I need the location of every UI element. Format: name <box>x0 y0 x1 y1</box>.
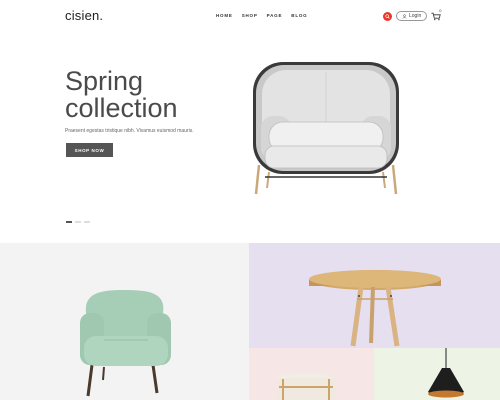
site-header: cisien. HOME SHOP PAGE BLOG Login 0 <box>0 0 500 34</box>
slide-dot-2[interactable] <box>75 221 81 223</box>
search-icon <box>385 13 390 19</box>
shop-now-button[interactable]: SHOP NOW <box>66 143 113 157</box>
main-nav: HOME SHOP PAGE BLOG <box>216 13 307 18</box>
stool-image <box>277 373 335 400</box>
armchair-image <box>80 290 171 397</box>
hero-product-image <box>253 62 399 195</box>
category-tile-lamp[interactable] <box>374 348 500 400</box>
logo[interactable]: cisien. <box>65 8 103 23</box>
cart-count: 0 <box>439 8 442 13</box>
search-button[interactable] <box>383 11 392 21</box>
category-tile-armchair[interactable] <box>0 243 249 400</box>
cart-icon <box>431 12 441 21</box>
hero-subtitle: Praesent egestas tristique nibh. Vivamus… <box>65 128 194 134</box>
header-actions: Login 0 <box>383 8 443 21</box>
nav-blog[interactable]: BLOG <box>291 13 307 18</box>
user-icon <box>402 13 407 19</box>
nav-home[interactable]: HOME <box>216 13 233 18</box>
category-tile-table[interactable] <box>249 243 500 348</box>
nav-page[interactable]: PAGE <box>267 13 283 18</box>
hero-title-line2: collection <box>65 93 178 123</box>
hero-title: Spring collection <box>65 68 255 122</box>
slide-dot-3[interactable] <box>84 221 90 223</box>
round-table-image <box>309 270 441 347</box>
login-button[interactable]: Login <box>396 11 428 21</box>
pendant-lamp-image <box>428 348 464 398</box>
slide-dot-1[interactable] <box>66 221 72 223</box>
slider-pagination <box>66 221 90 223</box>
category-tile-stool[interactable] <box>249 348 374 400</box>
nav-shop[interactable]: SHOP <box>242 13 258 18</box>
hero-title-line1: Spring <box>65 66 144 96</box>
login-label: Login <box>409 13 422 19</box>
cart-button[interactable]: 0 <box>431 8 443 21</box>
